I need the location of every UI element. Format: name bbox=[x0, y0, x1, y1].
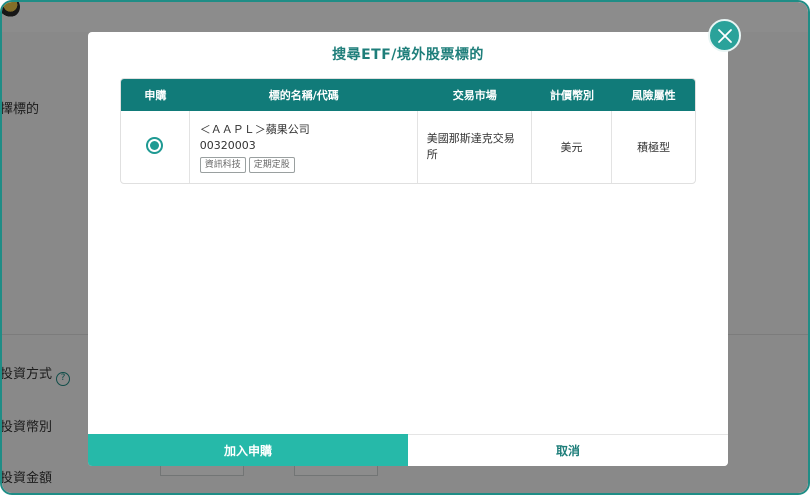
subscribe-cell bbox=[121, 111, 190, 183]
currency-cell: 美元 bbox=[532, 111, 613, 183]
header-currency: 計價幣別 bbox=[531, 79, 613, 111]
modal-title: 搜尋ETF/境外股票標的 bbox=[332, 47, 484, 63]
header-subscribe: 申購 bbox=[121, 79, 190, 111]
subscribe-radio[interactable] bbox=[146, 137, 164, 154]
header-market: 交易市場 bbox=[417, 79, 532, 111]
close-modal-button[interactable] bbox=[708, 19, 741, 52]
search-etf-modal: 搜尋ETF/境外股票標的 申購 標的名稱/代碼 交易市場 計價幣別 風險屬性 ＜… bbox=[88, 32, 728, 466]
add-subscribe-button[interactable]: 加入申購 bbox=[88, 434, 408, 466]
name-code-cell: ＜ＡＡＰＬ＞蘋果公司 00320003 資訊科技 定期定股 bbox=[190, 111, 418, 183]
result-table: 申購 標的名稱/代碼 交易市場 計價幣別 風險屬性 ＜ＡＡＰＬ＞蘋果公司 003… bbox=[120, 78, 696, 184]
table-row[interactable]: ＜ＡＡＰＬ＞蘋果公司 00320003 資訊科技 定期定股 美國那斯達克交易所 … bbox=[121, 111, 695, 183]
market-text: 美國那斯達克交易所 bbox=[426, 132, 515, 161]
table-header-row: 申購 標的名稱/代碼 交易市場 計價幣別 風險屬性 bbox=[121, 79, 695, 111]
tag-list: 資訊科技 定期定股 bbox=[199, 156, 417, 173]
app-frame: 擇標的 投資方式? 投資幣別 投資金額 搜尋ETF/境外股票標的 申購 標的名稱… bbox=[0, 0, 810, 495]
security-code: 00320003 bbox=[199, 138, 256, 152]
cancel-button[interactable]: 取消 bbox=[408, 434, 728, 466]
close-icon bbox=[717, 28, 732, 43]
header-name-code: 標的名稱/代碼 bbox=[189, 79, 418, 111]
tag-sector: 資訊科技 bbox=[199, 156, 246, 173]
modal-footer: 加入申購 取消 bbox=[88, 434, 728, 466]
market-cell: 美國那斯達克交易所 bbox=[418, 111, 532, 183]
result-table-wrapper: 申購 標的名稱/代碼 交易市場 計價幣別 風險屬性 ＜ＡＡＰＬ＞蘋果公司 003… bbox=[120, 78, 696, 184]
security-name: ＜ＡＡＰＬ＞蘋果公司 bbox=[199, 122, 310, 136]
risk-cell: 積極型 bbox=[637, 141, 671, 154]
header-risk: 風險屬性 bbox=[612, 79, 695, 111]
tag-plan: 定期定股 bbox=[248, 156, 295, 173]
